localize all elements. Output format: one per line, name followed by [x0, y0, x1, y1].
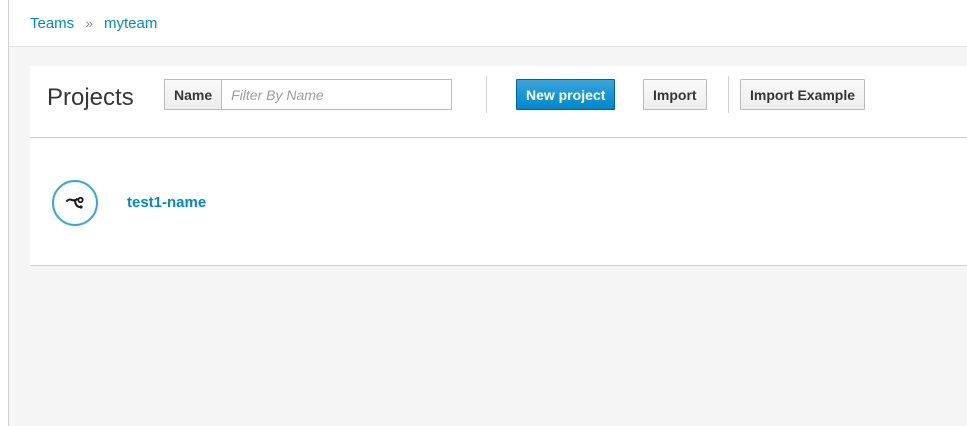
filter-group: Name [164, 79, 453, 110]
filter-input[interactable] [222, 79, 453, 110]
breadcrumb-team-link[interactable]: myteam [104, 15, 157, 32]
import-button[interactable]: Import [643, 79, 707, 110]
breadcrumb-separator: » [85, 15, 93, 31]
page: Teams » myteam Projects Name New project… [0, 0, 967, 426]
new-project-button[interactable]: New project [516, 79, 616, 110]
project-name-link[interactable]: test1-name [127, 192, 206, 214]
breadcrumb-teams-link[interactable]: Teams [30, 15, 74, 32]
filter-field-label[interactable]: Name [164, 79, 223, 110]
import-example-button[interactable]: Import Example [740, 79, 866, 110]
code-branch-icon [52, 180, 98, 226]
project-list: test1-name [30, 139, 967, 266]
toolbar-divider [728, 76, 729, 113]
projects-toolbar: Projects Name New project Import Import … [30, 66, 967, 138]
page-title: Projects [47, 84, 134, 111]
left-edge-panel [0, 0, 9, 426]
breadcrumb: Teams » myteam [9, 0, 967, 47]
toolbar-divider [486, 76, 487, 113]
